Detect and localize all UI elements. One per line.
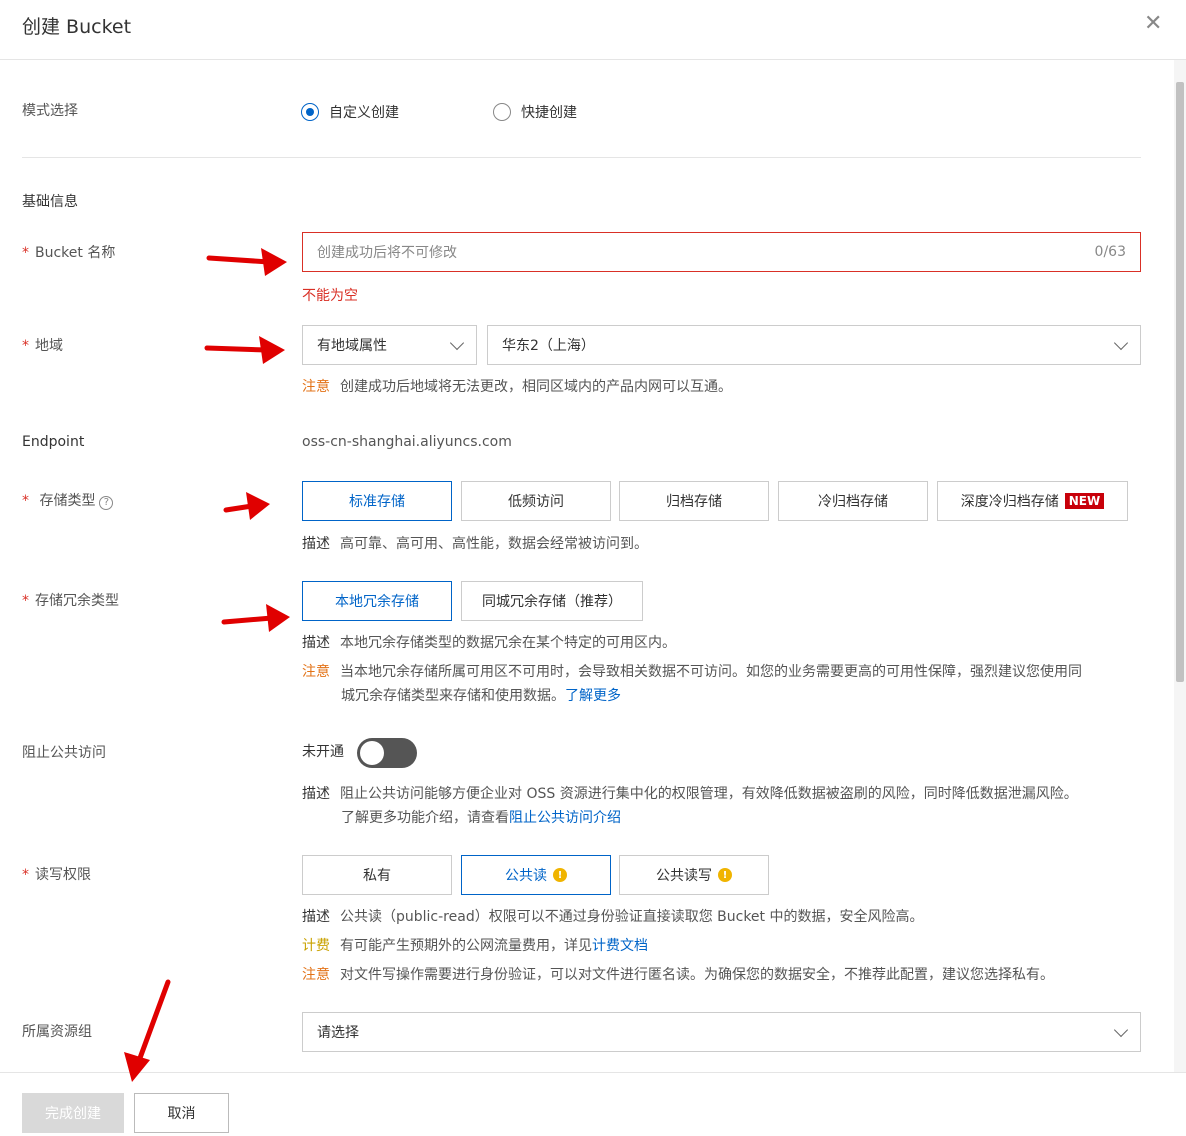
- resource-group-placeholder: 请选择: [317, 1025, 359, 1041]
- annotation-arrow-icon: [206, 248, 287, 276]
- chevron-down-icon: [1113, 1022, 1129, 1037]
- billing-doc-link[interactable]: 计费文档: [592, 938, 648, 954]
- desc-text: 高可靠、高可用、高性能，数据会经常被访问到。: [340, 536, 648, 552]
- bucket-name-label: Bucket 名称: [22, 242, 115, 262]
- scrollbar-thumb[interactable]: [1176, 82, 1184, 682]
- block-public-toggle[interactable]: [357, 738, 417, 768]
- endpoint-value: oss-cn-shanghai.aliyuncs.com: [302, 434, 512, 450]
- dialog-header: 创建 Bucket ✕: [0, 0, 1186, 60]
- storage-archive-option[interactable]: 归档存储: [619, 481, 769, 521]
- dialog-title: 创建 Bucket: [22, 16, 132, 38]
- desc-key: 描述: [302, 786, 330, 802]
- scrollbar[interactable]: [1174, 60, 1186, 1072]
- mode-label: 模式选择: [22, 103, 78, 119]
- close-icon[interactable]: ✕: [1144, 13, 1162, 35]
- resource-group-select[interactable]: 请选择: [302, 1012, 1141, 1052]
- region-value: 华东2（上海）: [502, 338, 595, 354]
- redundancy-zrs-option[interactable]: 同城冗余存储（推荐）: [461, 581, 643, 621]
- fee-key: 计费: [302, 938, 330, 954]
- note-text: 对文件写操作需要进行身份验证，可以对文件进行匿名读。为确保您的数据安全，不推荐此…: [340, 967, 1054, 983]
- region-attribute-select[interactable]: 有地域属性: [302, 325, 477, 365]
- bucket-name-counter: 0/63: [1094, 244, 1126, 260]
- redundancy-lrs-option[interactable]: 本地冗余存储: [302, 581, 452, 621]
- radio-quick-create[interactable]: 快捷创建: [493, 102, 577, 122]
- note-text-line2: 城冗余存储类型来存储和使用数据。: [341, 688, 565, 704]
- basic-info-heading: 基础信息: [22, 194, 78, 210]
- storage-class-label-text: 存储类型: [39, 493, 96, 509]
- desc-key: 描述: [302, 536, 330, 552]
- region-select[interactable]: 华东2（上海）: [487, 325, 1141, 365]
- annotation-arrow-icon: [223, 492, 270, 520]
- help-icon[interactable]: ?: [99, 495, 114, 510]
- chevron-down-icon: [1113, 335, 1129, 350]
- bucket-name-error: 不能为空: [302, 288, 358, 304]
- note-key: 注意: [302, 967, 330, 983]
- desc-text: 公共读（public-read）权限可以不通过身份验证直接读取您 Bucket …: [340, 909, 924, 925]
- block-public-label: 阻止公共访问: [22, 745, 106, 761]
- new-badge: NEW: [1064, 493, 1105, 509]
- acl-note: 注意 对文件写操作需要进行身份验证，可以对文件进行匿名读。为确保您的数据安全，不推…: [302, 963, 1054, 987]
- annotation-arrow-icon: [124, 979, 171, 1082]
- block-public-intro-link[interactable]: 阻止公共访问介绍: [509, 810, 621, 826]
- bucket-name-placeholder: 创建成功后将不可修改: [317, 245, 457, 261]
- toggle-knob: [360, 741, 384, 765]
- submit-button[interactable]: 完成创建: [22, 1093, 124, 1133]
- deep-cold-label: 深度冷归档存储: [960, 494, 1059, 510]
- note-key: 注意: [302, 664, 330, 680]
- dialog-footer: 完成创建 取消: [0, 1072, 1186, 1136]
- chevron-down-icon: [449, 335, 465, 350]
- annotation-arrow-icon: [204, 336, 285, 364]
- redundancy-desc: 描述 本地冗余存储类型的数据冗余在某个特定的可用区内。: [302, 631, 676, 655]
- bucket-name-input[interactable]: 创建成功后将不可修改 0/63: [302, 232, 1141, 272]
- region-attribute-value: 有地域属性: [317, 338, 387, 354]
- region-label: 地域: [22, 335, 63, 355]
- learn-more-link[interactable]: 了解更多: [565, 688, 621, 704]
- desc-text: 本地冗余存储类型的数据冗余在某个特定的可用区内。: [340, 635, 676, 651]
- annotation-arrow-icon: [221, 604, 290, 632]
- acl-private-option[interactable]: 私有: [302, 855, 452, 895]
- acl-fee: 计费 有可能产生预期外的公网流量费用，详见计费文档: [302, 934, 648, 958]
- radio-checked-icon: [301, 103, 319, 121]
- block-public-status: 未开通: [302, 744, 344, 760]
- storage-ia-option[interactable]: 低频访问: [461, 481, 611, 521]
- cancel-button[interactable]: 取消: [134, 1093, 229, 1133]
- redundancy-label: 存储冗余类型: [22, 590, 119, 610]
- warning-icon: !: [718, 868, 732, 882]
- note-text-line1: 当本地冗余存储所属可用区不可用时，会导致相关数据不可访问。如您的业务需要更高的可…: [340, 664, 1082, 680]
- redundancy-note: 注意 当本地冗余存储所属可用区不可用时，会导致相关数据不可访问。如您的业务需要更高…: [302, 660, 1142, 684]
- storage-class-label: 存储类型?: [22, 490, 114, 510]
- desc-key: 描述: [302, 635, 330, 651]
- radio-quick-label: 快捷创建: [521, 105, 577, 121]
- warning-icon: !: [553, 868, 567, 882]
- block-public-desc: 描述 阻止公共访问能够方便企业对 OSS 资源进行集中化的权限管理，有效降低数据被…: [302, 782, 1078, 806]
- desc-text-line2: 了解更多功能介绍，请查看: [341, 810, 509, 826]
- desc-key: 描述: [302, 909, 330, 925]
- note-text: 创建成功后地域将无法更改，相同区域内的产品内网可以互通。: [340, 379, 732, 395]
- acl-public-read-label: 公共读: [505, 868, 547, 884]
- storage-cold-archive-option[interactable]: 冷归档存储: [778, 481, 928, 521]
- block-public-desc-cont: 了解更多功能介绍，请查看阻止公共访问介绍: [341, 806, 621, 830]
- resource-group-label: 所属资源组: [22, 1024, 92, 1040]
- note-key: 注意: [302, 379, 330, 395]
- section-divider: [22, 157, 1141, 158]
- endpoint-label: Endpoint: [22, 434, 85, 450]
- storage-deep-cold-archive-option[interactable]: 深度冷归档存储 NEW: [937, 481, 1128, 521]
- acl-label: 读写权限: [22, 864, 91, 884]
- redundancy-note-cont: 城冗余存储类型来存储和使用数据。了解更多: [341, 684, 621, 708]
- radio-custom-label: 自定义创建: [329, 105, 399, 121]
- acl-desc: 描述 公共读（public-read）权限可以不通过身份验证直接读取您 Bucke…: [302, 905, 924, 929]
- region-note: 注意 创建成功后地域将无法更改，相同区域内的产品内网可以互通。: [302, 375, 732, 399]
- acl-public-read-write-option[interactable]: 公共读写!: [619, 855, 769, 895]
- radio-custom-create[interactable]: 自定义创建: [301, 102, 399, 122]
- fee-text: 有可能产生预期外的公网流量费用，详见: [340, 938, 592, 954]
- storage-class-desc: 描述 高可靠、高可用、高性能，数据会经常被访问到。: [302, 532, 648, 556]
- storage-standard-option[interactable]: 标准存储: [302, 481, 452, 521]
- desc-text-line1: 阻止公共访问能够方便企业对 OSS 资源进行集中化的权限管理，有效降低数据被盗刷…: [340, 786, 1078, 802]
- acl-public-rw-label: 公共读写: [656, 868, 712, 884]
- acl-public-read-option[interactable]: 公共读!: [461, 855, 611, 895]
- radio-unchecked-icon: [493, 103, 511, 121]
